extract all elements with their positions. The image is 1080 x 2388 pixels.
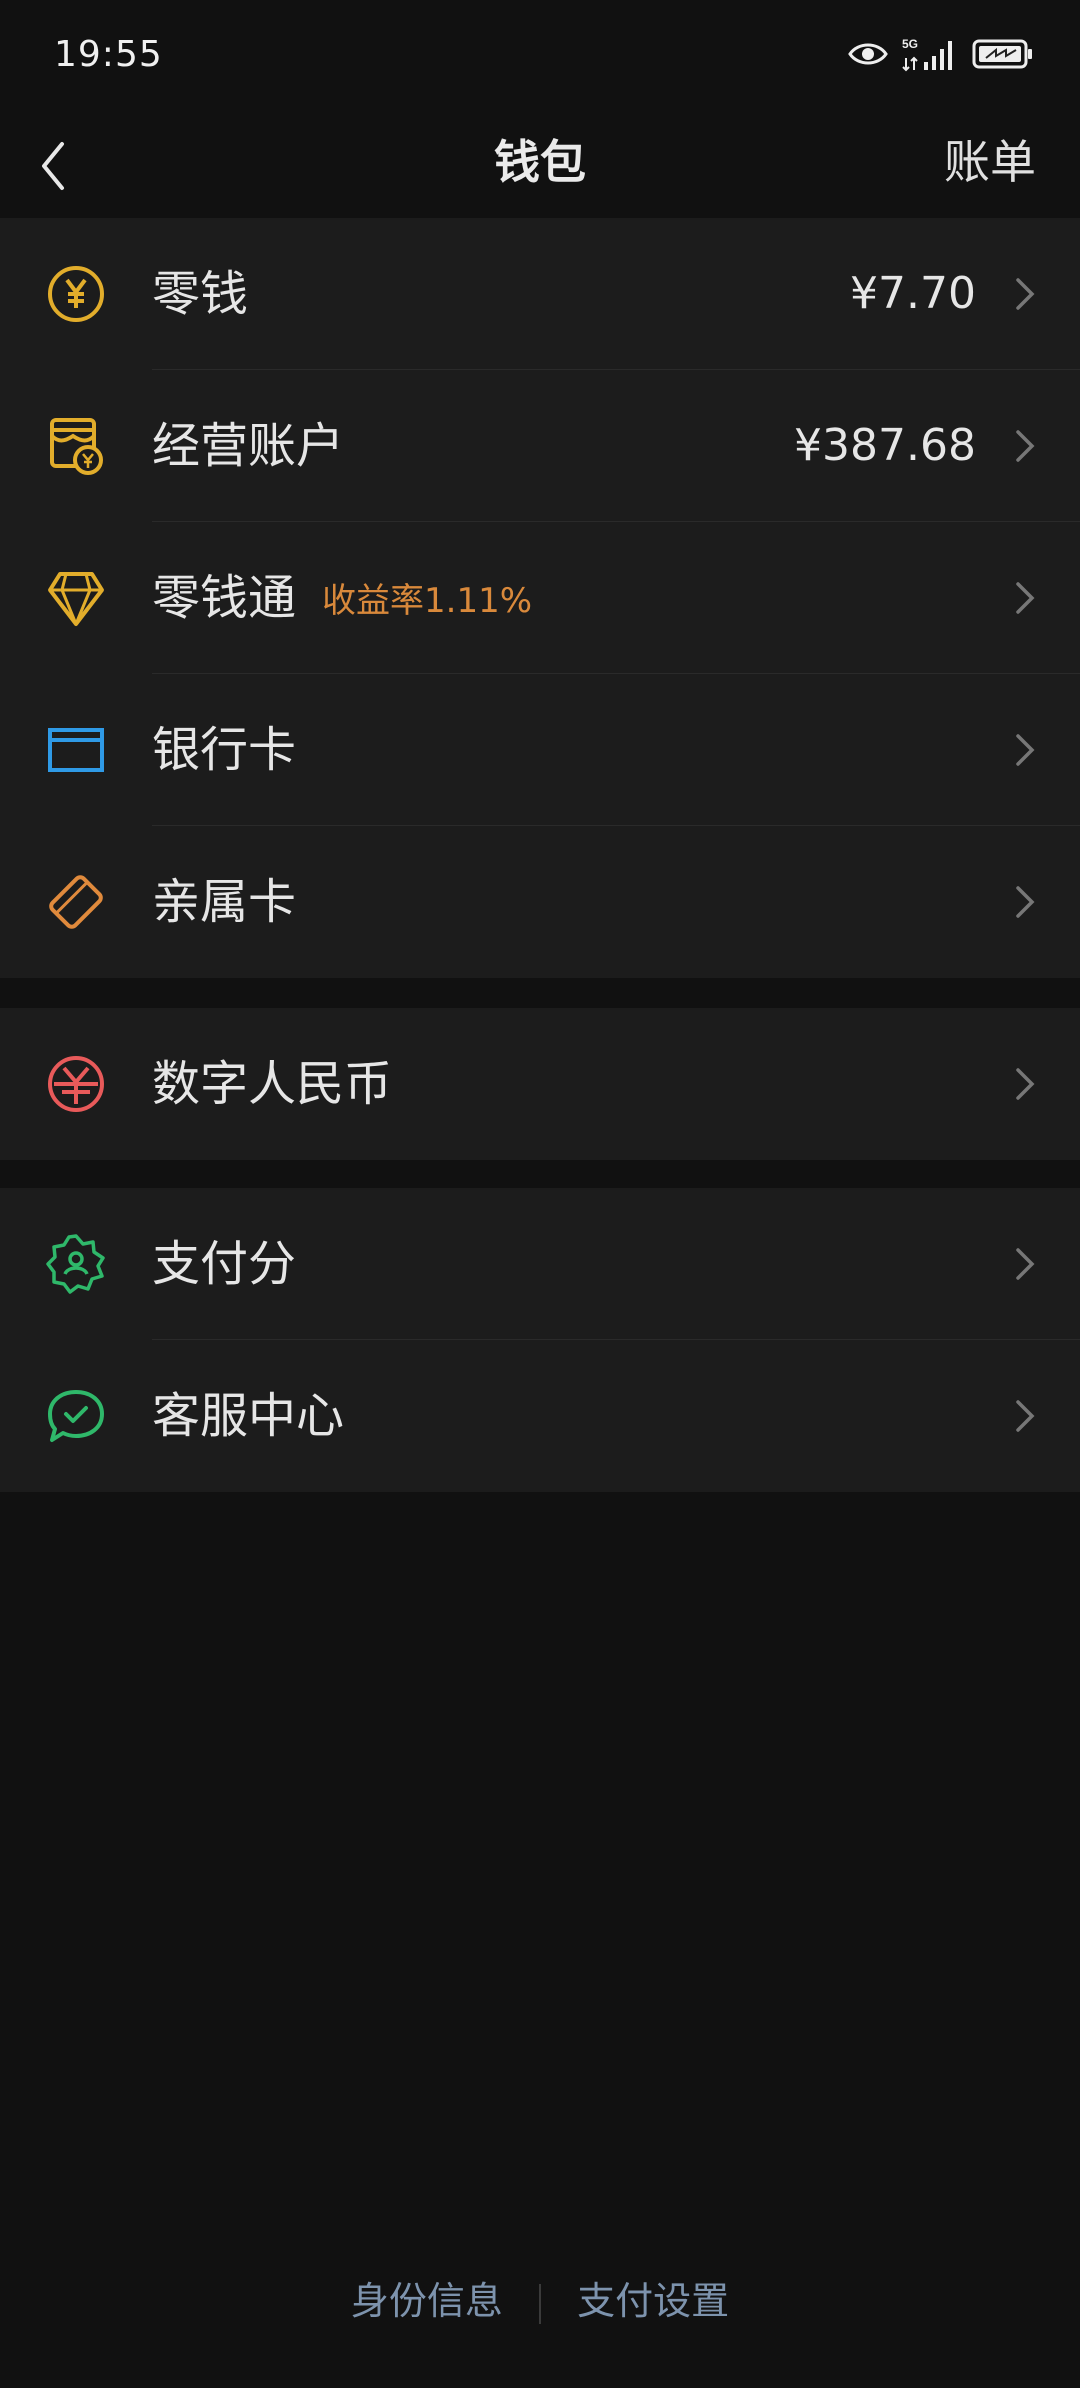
- family-card-icon: [49, 875, 103, 929]
- page-title: 钱包: [494, 135, 586, 189]
- pay-settings-link[interactable]: 支付设置: [577, 2279, 729, 2323]
- chevron-right-icon: [1016, 1068, 1035, 1100]
- row-digital-rmb[interactable]: 数字人民币: [0, 1008, 1080, 1160]
- row-label: 经营账户: [152, 418, 345, 474]
- store-account-icon: [50, 418, 103, 475]
- footer-links: 身份信息 支付设置: [0, 2270, 1080, 2325]
- yuan-coin-icon: [48, 266, 104, 322]
- row-label: 数字人民币: [152, 1056, 393, 1112]
- digital-rmb-icon: [48, 1056, 104, 1112]
- chevron-right-icon: [1016, 430, 1035, 462]
- row-label: 支付分: [152, 1236, 297, 1292]
- bank-card-icon: [48, 728, 104, 772]
- row-customer-service[interactable]: 客服中心: [0, 1340, 1080, 1492]
- row-pay-score[interactable]: 支付分: [0, 1188, 1080, 1340]
- row-label: 零钱: [152, 266, 249, 322]
- network-label: 5G: [902, 37, 918, 51]
- chevron-right-icon: [1016, 1400, 1035, 1432]
- wallet-group-services: 支付分 客服中心: [0, 1188, 1080, 1492]
- footer-separator: [539, 2283, 541, 2324]
- diamond-icon: [48, 572, 104, 626]
- status-time: 19:55: [54, 34, 163, 75]
- chevron-right-icon: [1016, 1248, 1035, 1280]
- chevron-right-icon: [1016, 582, 1035, 614]
- signal-icon: 5G: [902, 37, 952, 72]
- eye-icon: [848, 43, 888, 65]
- row-family-card[interactable]: 亲属卡: [0, 826, 1080, 978]
- row-value: ¥387.68: [794, 420, 976, 471]
- status-bar: 19:55 5G: [0, 0, 1080, 118]
- wallet-group-main: 零钱 ¥7.70 经营账户 ¥387.68 零钱通 收益率1.11% 银行卡 亲…: [0, 218, 1080, 978]
- customer-service-icon: [48, 1390, 104, 1442]
- row-wealth[interactable]: 零钱通 收益率1.11%: [0, 522, 1080, 674]
- row-change[interactable]: 零钱 ¥7.70: [0, 218, 1080, 370]
- battery-icon: [972, 39, 1032, 69]
- chevron-right-icon: [1016, 734, 1035, 766]
- yield-rate-tag: 收益率1.11%: [322, 581, 533, 621]
- chevron-right-icon: [1016, 886, 1035, 918]
- wallet-group-ecny: 数字人民币: [0, 1008, 1080, 1160]
- row-label: 银行卡: [152, 722, 297, 778]
- row-label: 零钱通 收益率1.11%: [152, 566, 532, 633]
- nav-bar: 钱包 账单: [0, 118, 1080, 218]
- chevron-right-icon: [1016, 278, 1035, 310]
- bill-button[interactable]: 账单: [944, 126, 1036, 192]
- pay-score-icon: [46, 1234, 105, 1294]
- row-bank-card[interactable]: 银行卡: [0, 674, 1080, 826]
- row-label-text: 零钱通: [152, 570, 297, 626]
- row-value: ¥7.70: [850, 268, 976, 319]
- row-label: 亲属卡: [152, 874, 297, 930]
- identity-info-link[interactable]: 身份信息: [351, 2279, 503, 2323]
- row-business-account[interactable]: 经营账户 ¥387.68: [0, 370, 1080, 522]
- row-label: 客服中心: [152, 1388, 345, 1444]
- status-icons: 5G: [848, 36, 1034, 72]
